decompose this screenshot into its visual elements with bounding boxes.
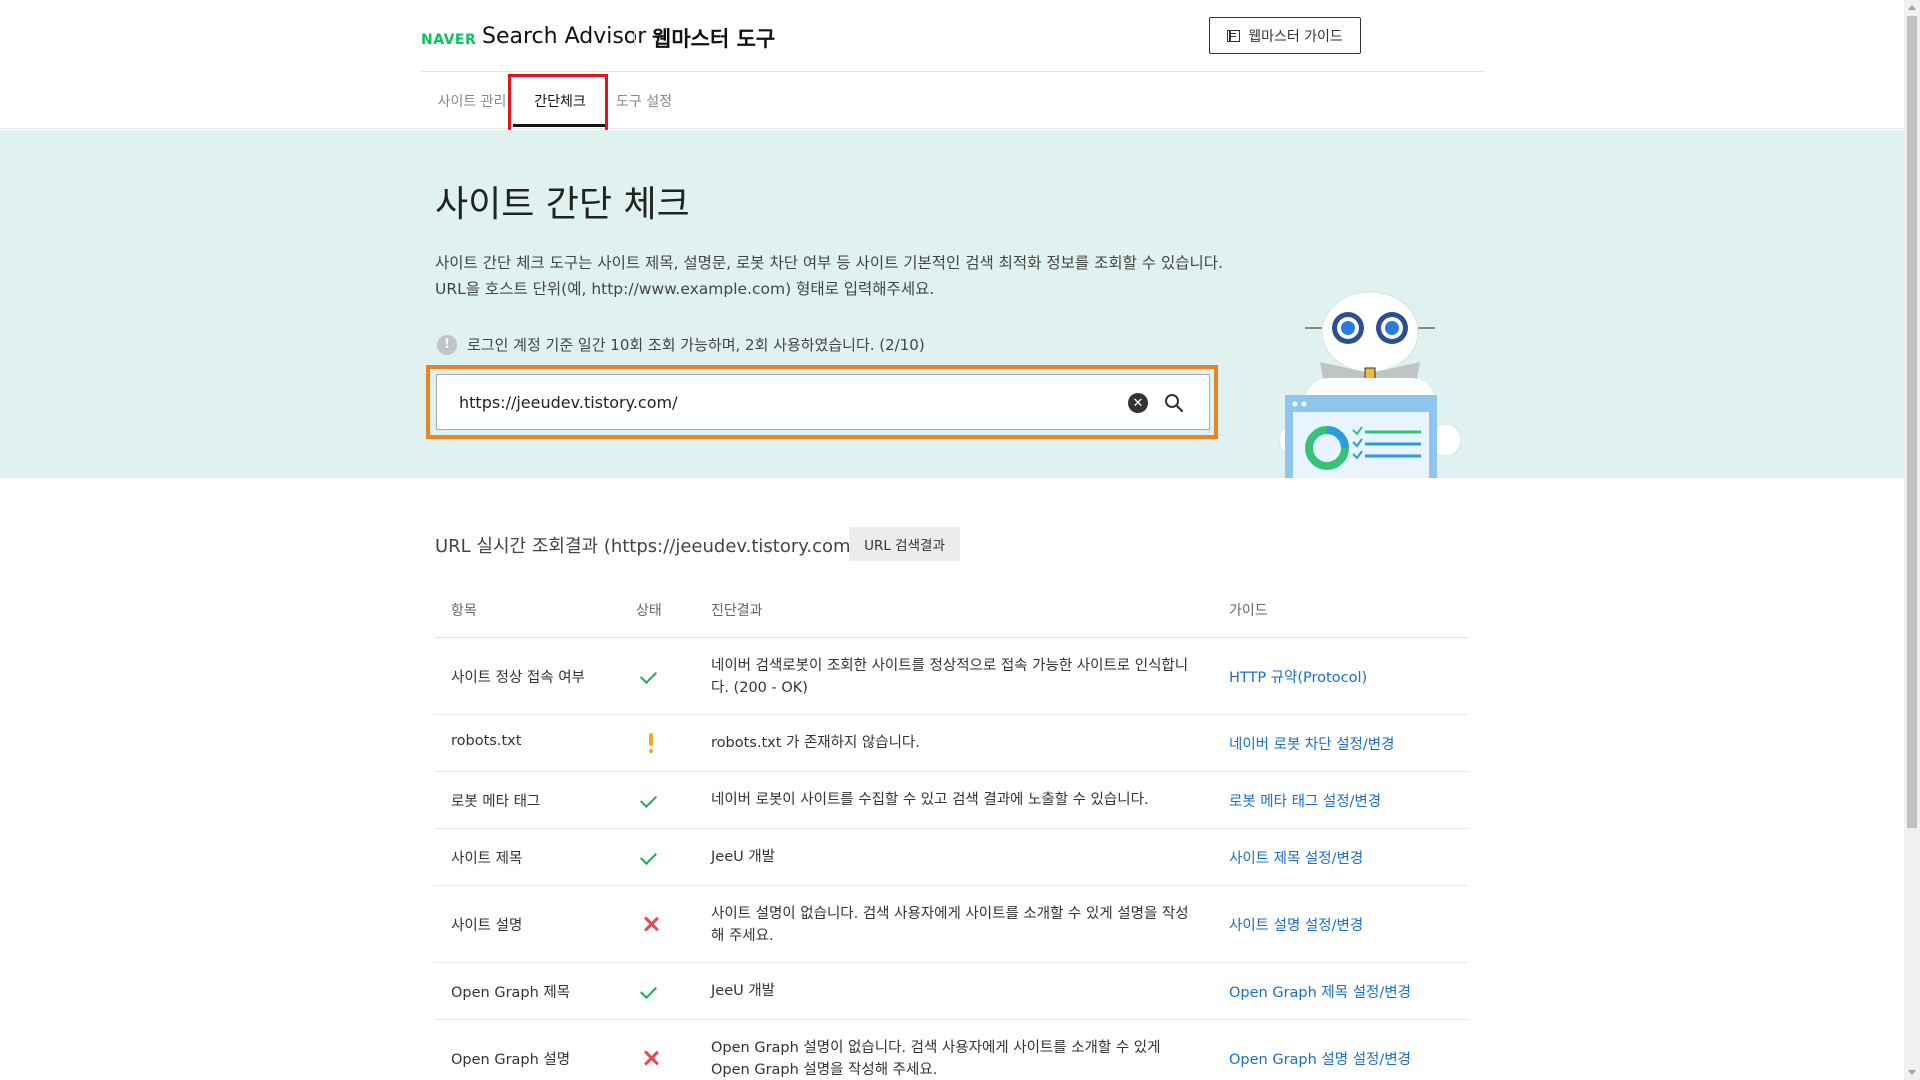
scroll-thumb[interactable]: [1907, 16, 1917, 828]
page-title: 사이트 간단 체크: [435, 184, 690, 225]
url-search-input[interactable]: [459, 392, 1119, 412]
table-row: 사이트 제목 JeeU 개발 사이트 제목 설정/변경: [435, 829, 1468, 886]
scroll-up-arrow-icon[interactable]: [1908, 5, 1916, 10]
description-line-1: 사이트 간단 체크 도구는 사이트 제목, 설명문, 로봇 차단 여부 등 사이…: [435, 254, 1223, 272]
warning-icon: [640, 732, 662, 754]
column-status: 상태: [636, 603, 662, 619]
book-icon: [1227, 29, 1241, 42]
table-row: 사이트 정상 접속 여부 네이버 검색로봇이 조회한 사이트를 정상적으로 접속…: [435, 638, 1468, 715]
row-guide-link[interactable]: 사이트 제목 설정/변경: [1229, 847, 1363, 868]
url-search-result-button[interactable]: URL 검색결과: [849, 527, 960, 561]
row-guide-link[interactable]: Open Graph 설명 설정/변경: [1229, 1048, 1411, 1069]
table-row: 로봇 메타 태그 네이버 로봇이 사이트를 수집할 수 있고 검색 결과에 노출…: [435, 772, 1468, 829]
header: NAVER Search Advisor 웹마스터 도구 웹마스터 가이드 사이…: [0, 0, 1904, 129]
row-result: 네이버 검색로봇이 조회한 사이트를 정상적으로 접속 가능한 사이트로 인식합…: [711, 658, 1189, 696]
tab-highlight-box: [508, 74, 608, 138]
tab-site-management[interactable]: 사이트 관리: [429, 73, 515, 129]
results-title: URL 실시간 조회결과 (https://jeeudev.tistory.co…: [435, 536, 864, 557]
row-item: 로봇 메타 태그: [451, 794, 541, 810]
search-advisor-logo[interactable]: Search Advisor: [482, 24, 646, 49]
check-icon: [640, 789, 662, 811]
usage-info-text: 로그인 계정 기준 일간 10회 조회 가능하며, 2회 사용하였습니다. (2…: [467, 336, 925, 354]
webmaster-tool-title[interactable]: 웹마스터 도구: [652, 23, 775, 53]
row-item: Open Graph 제목: [451, 985, 571, 1001]
row-result: robots.txt 가 존재하지 않습니다.: [711, 735, 920, 751]
description-line-2: URL을 호스트 단위(예, http://www.example.com) 형…: [435, 280, 935, 298]
column-result: 진단결과: [711, 603, 763, 619]
row-result: 사이트 설명이 없습니다. 검색 사용자에게 사이트를 소개할 수 있게 설명을…: [711, 906, 1189, 944]
table-row: 사이트 설명 사이트 설명이 없습니다. 검색 사용자에게 사이트를 소개할 수…: [435, 886, 1468, 963]
table-row: Open Graph 제목 JeeU 개발 Open Graph 제목 설정/변…: [435, 963, 1468, 1020]
row-guide-link[interactable]: 네이버 로봇 차단 설정/변경: [1229, 733, 1394, 754]
row-result: Open Graph 설명이 없습니다. 검색 사용자에게 사이트를 소개할 수…: [711, 1040, 1161, 1078]
usage-info: ! 로그인 계정 기준 일간 10회 조회 가능하며, 2회 사용하였습니다. …: [437, 334, 925, 355]
row-guide-link[interactable]: 사이트 설명 설정/변경: [1229, 914, 1363, 935]
row-item: 사이트 제목: [451, 851, 523, 867]
page-description: 사이트 간단 체크 도구는 사이트 제목, 설명문, 로봇 차단 여부 등 사이…: [435, 250, 1235, 302]
webmaster-guide-button[interactable]: 웹마스터 가이드: [1209, 17, 1361, 54]
row-guide-link[interactable]: 로봇 메타 태그 설정/변경: [1229, 790, 1381, 811]
row-result: JeeU 개발: [711, 849, 776, 865]
x-icon: [640, 1047, 662, 1069]
search-icon[interactable]: [1163, 392, 1185, 414]
row-result: JeeU 개발: [711, 983, 776, 999]
row-item: 사이트 설명: [451, 918, 523, 934]
row-item: 사이트 정상 접속 여부: [451, 670, 585, 686]
row-item: robots.txt: [451, 733, 522, 749]
row-item: Open Graph 설명: [451, 1052, 571, 1068]
check-icon: [640, 665, 662, 687]
clear-icon[interactable]: ✕: [1128, 393, 1148, 413]
check-icon: [640, 980, 662, 1002]
row-guide-link[interactable]: HTTP 규약(Protocol): [1229, 666, 1367, 687]
page-scrollbar[interactable]: [1904, 0, 1920, 1080]
info-icon: !: [437, 334, 457, 355]
x-icon: [640, 913, 662, 935]
logo-divider: [634, 30, 635, 46]
search-box: ✕: [436, 374, 1210, 430]
results-table: 항목 상태 진단결과 가이드 사이트 정상 접속 여부 네이버 검색로봇이 조회…: [435, 584, 1468, 1080]
scroll-down-arrow-icon[interactable]: [1908, 1070, 1916, 1075]
webmaster-guide-label: 웹마스터 가이드: [1248, 28, 1343, 45]
header-bar: NAVER Search Advisor 웹마스터 도구 웹마스터 가이드: [421, 0, 1485, 72]
table-row: Open Graph 설명 Open Graph 설명이 없습니다. 검색 사용…: [435, 1020, 1468, 1080]
row-guide-link[interactable]: Open Graph 제목 설정/변경: [1229, 981, 1411, 1002]
row-result: 네이버 로봇이 사이트를 수집할 수 있고 검색 결과에 노출할 수 있습니다.: [711, 792, 1149, 808]
table-header: 항목 상태 진단결과 가이드: [435, 584, 1468, 638]
column-guide: 가이드: [1229, 603, 1268, 619]
column-item: 항목: [451, 603, 477, 619]
check-icon: [640, 846, 662, 868]
naver-logo[interactable]: NAVER: [421, 32, 476, 48]
table-row: robots.txt robots.txt 가 존재하지 않습니다. 네이버 로…: [435, 715, 1468, 772]
tab-tool-settings[interactable]: 도구 설정: [611, 73, 677, 129]
robot-illustration: [1278, 291, 1462, 478]
